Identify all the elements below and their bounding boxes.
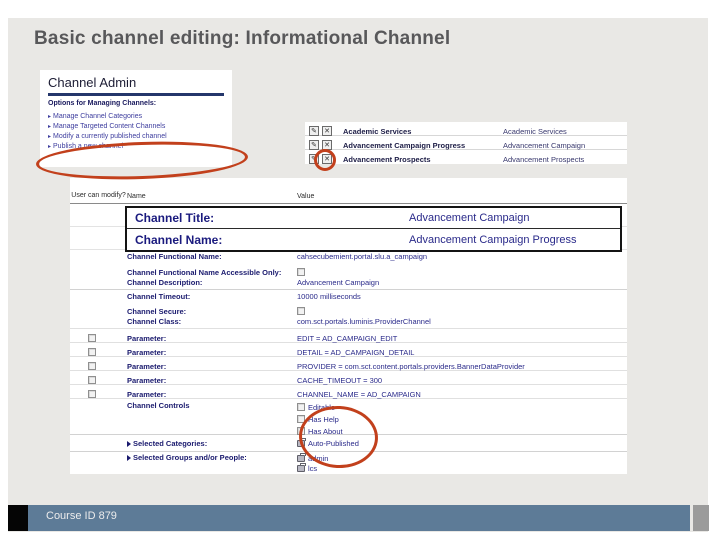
footer-accent-square [8,505,28,531]
header-name: Name [127,193,146,200]
footer-right-square [693,505,709,531]
channel-admin-title: Channel Admin [48,75,137,90]
bullet-icon: ▸ [48,124,52,130]
delete-icon[interactable]: ✕ [322,125,332,136]
channel-name-value: Advancement Campaign Progress [409,233,577,246]
link-modify-published-channel[interactable]: ▸ Modify a currently published channel [48,132,224,142]
editable-checkbox[interactable] [297,403,305,411]
table-row: ✎ ✕ Academic Services Academic Services [305,122,627,136]
table-header: User can modify? Name Value [70,178,627,204]
expand-arrow-icon [127,440,131,447]
row-channel-description: Channel Description: Advancement Campaig… [127,278,380,287]
row-parameter-detail: Parameter: DETAIL = AD_CAMPAIGN_DETAIL [70,342,627,357]
channel-name: Advancement Campaign Progress [343,140,466,150]
divider [48,93,224,96]
modify-checkbox[interactable] [88,334,96,342]
link-manage-targeted-content-channels[interactable]: ▸ Manage Targeted Content Channels [48,122,224,132]
bullet-icon: ▸ [48,144,52,150]
header-user-can-modify: User can modify? [71,192,126,199]
channel-title-callout: Channel Title: Advancement Campaign Chan… [125,206,622,252]
row-functional-name-accessible: Channel Functional Name Accessible Only: [70,263,627,277]
row-parameter-cache-timeout: Parameter: CACHE_TIMEOUT = 300 [70,370,627,385]
selected-categories-label[interactable]: Selected Categories: [127,439,297,448]
row-channel-secure: Channel Secure: [70,302,627,316]
options-heading: Options for Managing Channels: [48,100,157,107]
channel-value: Advancement Campaign [503,140,586,150]
expand-arrow-icon [127,455,131,462]
callout-title-row: Channel Title: Advancement Campaign [127,208,620,229]
selected-groups-label[interactable]: Selected Groups and/or People: [127,453,297,462]
header-value: Value [297,193,315,200]
modify-checkbox[interactable] [88,348,96,356]
channel-title-label: Channel Title: [135,211,215,225]
row-parameter-edit: Parameter: EDIT = AD_CAMPAIGN_EDIT [70,328,627,343]
edit-icon[interactable]: ✎ [309,139,319,150]
channel-title-value: Advancement Campaign [409,212,530,224]
accessible-only-checkbox[interactable] [297,268,305,276]
channel-name-label: Channel Name: [135,232,223,247]
row-parameter-provider: Parameter: PROVIDER = com.sct.content.po… [70,356,627,371]
callout-name-row: Channel Name: Advancement Campaign Progr… [127,229,620,250]
table-row: ✎ ✕ Advancement Prospects Advancement Pro… [305,150,627,164]
link-manage-channel-categories[interactable]: ▸ Manage Channel Categories [48,112,224,122]
group-icon [297,452,306,462]
channel-name: Advancement Prospects [343,154,431,164]
course-id: Course ID 879 [46,510,117,522]
channel-name: Academic Services [343,126,412,136]
bullet-icon: ▸ [48,114,52,120]
modify-checkbox[interactable] [88,362,96,370]
group-icon [297,462,306,472]
group-name: lcs [308,463,318,473]
row-parameter-channel-name: Parameter: CHANNEL_NAME = AD_CAMPAIGN [70,384,627,399]
modify-checkbox[interactable] [88,390,96,398]
row-channel-class: Channel Class: com.sct.portals.luminis.P… [127,317,431,326]
secure-checkbox[interactable] [297,307,305,315]
row-channel-timeout: Channel Timeout: 10000 milliseconds [70,289,627,302]
red-circle-annotation [314,149,336,171]
page-title: Basic channel editing: Informational Cha… [34,28,451,49]
modify-checkbox[interactable] [88,376,96,384]
bullet-icon: ▸ [48,134,52,140]
channel-list-table: ✎ ✕ Academic Services Academic Services ✎… [305,122,627,164]
edit-icon[interactable]: ✎ [309,125,319,136]
table-row: ✎ ✕ Advancement Campaign Progress Advance… [305,136,627,150]
channel-value: Academic Services [503,126,567,136]
channel-value: Advancement Prospects [503,154,585,164]
